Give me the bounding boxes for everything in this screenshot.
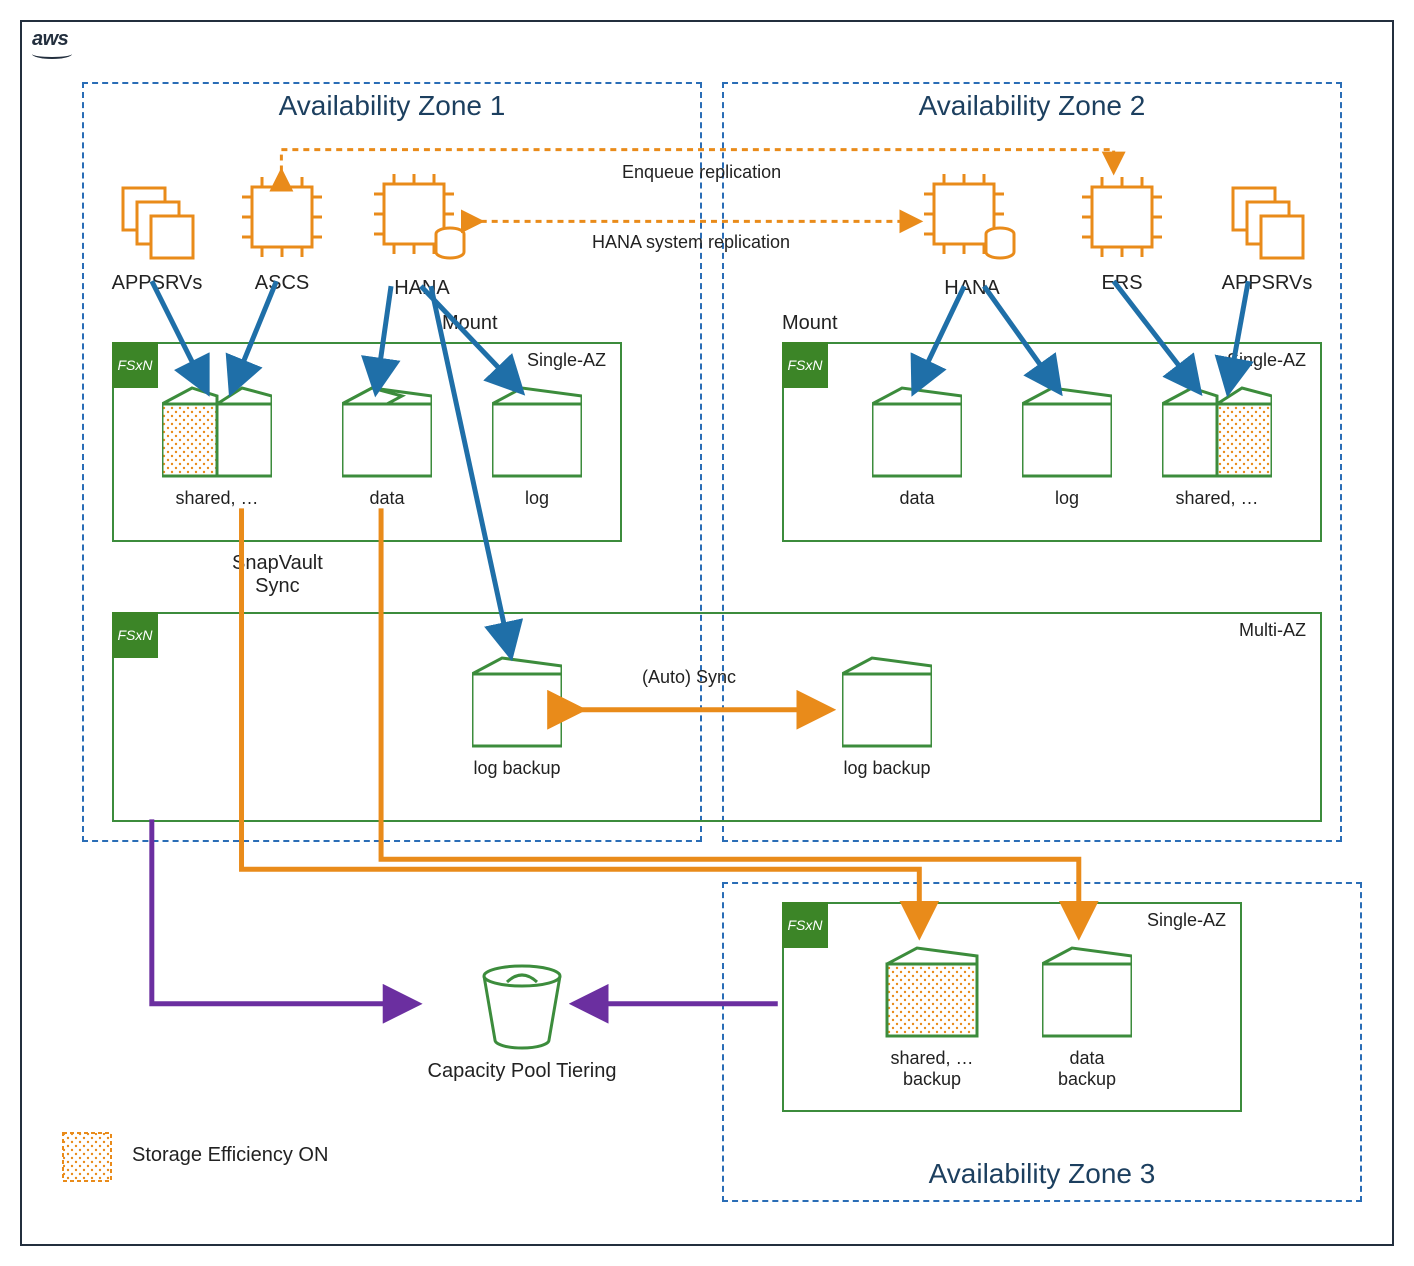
volume-logbackup-right-label: log backup <box>842 758 932 779</box>
fsx-az3-box: FSxN Single-AZ <box>782 902 1242 1112</box>
diagram-canvas: aws Availability Zone 1 Availability Zon… <box>20 20 1394 1246</box>
volume-data-az2-label: data <box>872 488 962 509</box>
fsx-badge-icon: FSxN <box>112 612 158 658</box>
ascs-az1: ASCS <box>232 172 332 295</box>
volume-data-backup-label: data backup <box>1042 1048 1132 1089</box>
volume-shared-az1: shared, … <box>162 382 272 509</box>
appsrvs-az1-label: APPSRVs <box>102 272 212 295</box>
volume-shared-az1-label: shared, … <box>162 488 272 509</box>
appsrvs-az1: APPSRVs <box>102 182 212 295</box>
ers-label: ERS <box>1072 272 1172 295</box>
volume-shared-az2: shared, … <box>1162 382 1272 509</box>
volume-logbackup-left: log backup <box>472 652 562 779</box>
hana-az2-label: HANA <box>922 277 1022 300</box>
legend-storage-efficiency: Storage Efficiency ON <box>132 1144 328 1167</box>
hana-az2: HANA <box>922 172 1022 300</box>
fsx-badge-icon: FSxN <box>112 342 158 388</box>
enqueue-replication-label: Enqueue replication <box>622 162 781 183</box>
volume-data-az1: data <box>342 382 432 509</box>
fsx-multi-label: Multi-AZ <box>1239 620 1306 641</box>
volume-data-backup: data backup <box>1042 942 1132 1089</box>
fsx-multi-box: FSxN Multi-AZ <box>112 612 1322 822</box>
capacity-pool-label: Capacity Pool Tiering <box>422 1060 622 1083</box>
fsx-badge-icon: FSxN <box>782 902 828 948</box>
volume-logbackup-right: log backup <box>842 652 932 779</box>
volume-shared-backup-label: shared, … backup <box>882 1048 982 1089</box>
appsrvs-az2-label: APPSRVs <box>1212 272 1322 295</box>
az3-title: Availability Zone 3 <box>724 1148 1360 1190</box>
ascs-label: ASCS <box>232 272 332 295</box>
volume-data-az1-label: data <box>342 488 432 509</box>
legend-swatch <box>62 1132 112 1187</box>
volume-shared-az2-label: shared, … <box>1162 488 1272 509</box>
volume-log-az2-label: log <box>1022 488 1112 509</box>
capacity-pool-bucket: Capacity Pool Tiering <box>422 962 622 1083</box>
fsx-az2-label: Single-AZ <box>1227 350 1306 371</box>
fsx-az3-label: Single-AZ <box>1147 910 1226 931</box>
fsx-az1-label: Single-AZ <box>527 350 606 371</box>
volume-log-az1-label: log <box>492 488 582 509</box>
az2-title: Availability Zone 2 <box>724 80 1340 122</box>
aws-logo: aws <box>32 28 72 59</box>
hana-replication-label: HANA system replication <box>592 232 790 253</box>
mount-label-right: Mount <box>782 312 838 335</box>
appsrvs-az2: APPSRVs <box>1212 182 1322 295</box>
hana-az1-label: HANA <box>372 277 472 300</box>
volume-data-az2: data <box>872 382 962 509</box>
volume-logbackup-left-label: log backup <box>472 758 562 779</box>
snapvault-label: SnapVault Sync <box>232 552 323 598</box>
mount-label-left: Mount <box>442 312 498 335</box>
auto-sync-label: (Auto) Sync <box>642 667 736 688</box>
volume-shared-backup: shared, … backup <box>882 942 982 1089</box>
volume-log-az1: log <box>492 382 582 509</box>
volume-log-az2: log <box>1022 382 1112 509</box>
hana-az1: HANA <box>372 172 472 300</box>
az1-title: Availability Zone 1 <box>84 80 700 122</box>
ers-az2: ERS <box>1072 172 1172 295</box>
fsx-badge-icon: FSxN <box>782 342 828 388</box>
